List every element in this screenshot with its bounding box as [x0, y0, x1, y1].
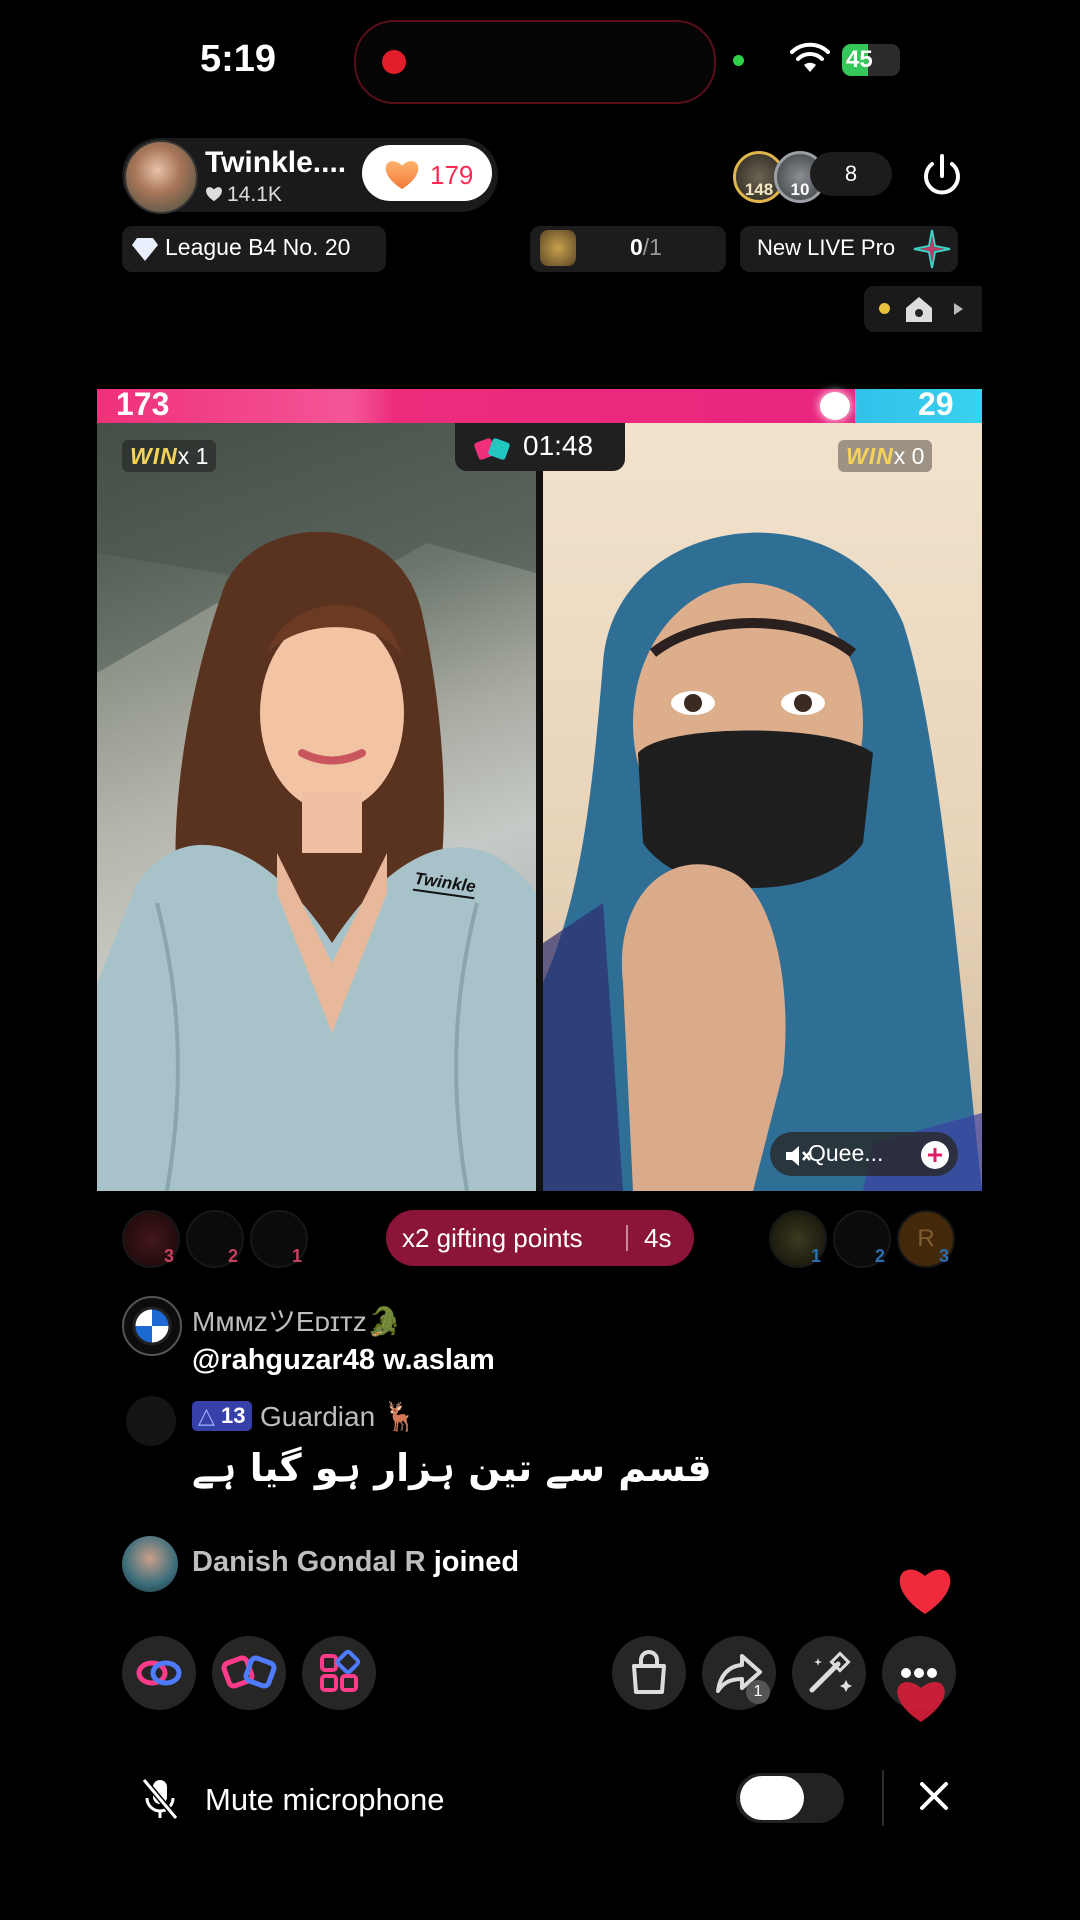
share-count: 1	[746, 1680, 770, 1704]
host-video[interactable]: Twinkle	[97, 423, 536, 1191]
chat-avatar[interactable]	[126, 1396, 176, 1446]
grid-icon	[320, 1649, 361, 1692]
win-streak-left: WINx 1	[122, 440, 217, 472]
gifter-rank: 3	[164, 1246, 175, 1266]
host-name: Twinkle....	[205, 146, 347, 179]
score-spark-icon	[820, 392, 850, 420]
win-count: x 0	[893, 443, 925, 469]
gift-goal-icon	[540, 230, 576, 266]
score-left: 173	[116, 386, 170, 422]
win-count: x 1	[177, 443, 209, 469]
opponent-video[interactable]	[543, 423, 982, 1191]
magic-wand-icon	[809, 1651, 852, 1693]
gifter-rank: 2	[228, 1246, 239, 1266]
chat-message: قسم سے تین ہزار ہو گیا ہے	[192, 1446, 712, 1490]
chat-message: @rahguzar48 w.aslam	[192, 1344, 495, 1376]
diamond-icon	[132, 238, 158, 261]
mute-microphone-label: Mute microphone	[205, 1782, 445, 1817]
score-right: 29	[918, 386, 954, 422]
gifting-multiplier-countdown: 4s	[644, 1223, 672, 1253]
heart-icon	[385, 161, 419, 190]
toggle-knob[interactable]	[740, 1776, 804, 1820]
close-icon[interactable]	[918, 1780, 950, 1812]
chat-username[interactable]: Guardian 🦌	[260, 1401, 418, 1432]
viewer-count[interactable]: 8	[810, 152, 892, 196]
status-dot-icon	[879, 303, 890, 314]
battery-percent: 45	[846, 46, 873, 73]
chat-avatar[interactable]	[122, 1536, 178, 1592]
power-icon[interactable]	[916, 150, 968, 202]
chevron-right-icon[interactable]	[952, 302, 964, 316]
host-video-illustration	[97, 423, 536, 1191]
gifter-rank: 1	[292, 1246, 303, 1266]
chat-user-row: △ 13 Guardian 🦌	[192, 1400, 418, 1433]
enhance-button[interactable]	[792, 1636, 866, 1710]
gift-goal-total: /1	[642, 234, 662, 260]
gift-goal-progress: 0/1	[630, 234, 662, 261]
add-icon[interactable]	[920, 1140, 950, 1170]
battle-mode-icon	[221, 1655, 277, 1689]
level-badge: △ 13	[192, 1401, 252, 1431]
gifting-multiplier-label: x2 gifting points	[402, 1223, 583, 1253]
gifter-rank: 3	[939, 1246, 950, 1266]
win-streak-right: WINx 0	[838, 440, 933, 472]
host-avatar[interactable]	[124, 140, 198, 214]
microphone-off-icon	[141, 1778, 179, 1820]
joined-username[interactable]: Danish Gondal R	[192, 1546, 426, 1578]
win-word: WIN	[130, 443, 178, 469]
bmw-logo-icon	[132, 1306, 172, 1346]
more-features-button[interactable]	[302, 1636, 376, 1710]
league-label: League B4 No. 20	[165, 234, 351, 260]
join-notice: Danish Gondal R joined	[192, 1546, 519, 1579]
level-number: 13	[221, 1403, 246, 1428]
gifter-rank: 1	[811, 1246, 822, 1266]
share-button[interactable]: 1	[702, 1636, 776, 1710]
host-likes-count: 14.1K	[227, 183, 282, 206]
host-likes: 14.1K	[205, 183, 282, 207]
link-icon	[136, 1660, 182, 1686]
gifter-rank: 2	[875, 1246, 886, 1266]
camera-in-use-icon	[733, 55, 744, 66]
video-divider	[536, 423, 543, 1191]
home-icon[interactable]	[903, 294, 935, 324]
chat-username[interactable]: MᴍᴍzツEᴅɪᴛᴢ🐊	[192, 1300, 402, 1340]
gift-goal-current: 0	[630, 234, 643, 260]
battle-button[interactable]	[212, 1636, 286, 1710]
banner-separator	[626, 1225, 628, 1251]
recording-indicator-icon	[382, 50, 406, 74]
link-guest-button[interactable]	[122, 1636, 196, 1710]
shopping-bag-icon	[632, 1650, 666, 1694]
floating-heart-icon	[899, 1569, 951, 1614]
chat-avatar[interactable]	[122, 1296, 182, 1356]
battle-timer-text: 01:48	[523, 430, 594, 461]
shop-button[interactable]	[612, 1636, 686, 1710]
opponent-video-illustration	[543, 532, 982, 1191]
sparkle-icon	[913, 229, 951, 269]
battle-icon	[474, 438, 510, 460]
status-time: 5:19	[200, 38, 277, 80]
joined-label: joined	[433, 1546, 520, 1578]
battery-indicator: 45	[842, 44, 900, 76]
win-word: WIN	[846, 443, 894, 469]
heart-icon	[206, 187, 222, 202]
new-live-label: New LIVE Pro	[757, 235, 896, 260]
follow-count: 179	[430, 160, 474, 190]
wifi-icon	[790, 42, 830, 72]
opponent-name: Quee...	[808, 1140, 884, 1166]
floating-heart-icon	[897, 1682, 945, 1722]
divider	[882, 1770, 884, 1826]
dynamic-island	[354, 20, 716, 104]
